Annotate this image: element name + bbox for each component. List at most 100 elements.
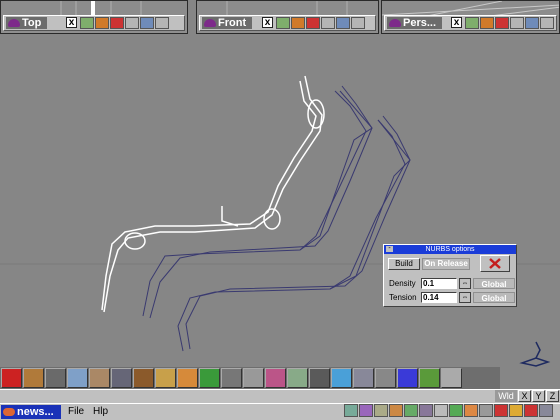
tray-tool-icon[interactable] [449,404,463,417]
tension-spinner[interactable]: ⇔ [459,292,471,303]
tray-tool-icon[interactable] [404,404,418,417]
pan-icon[interactable] [480,17,494,29]
light-cube-icon[interactable] [331,368,352,388]
density-spinner[interactable]: ⇔ [459,278,471,289]
nurbs-panel-title: NURBS options [425,246,475,253]
box-icon[interactable] [133,368,154,388]
close-button[interactable]: x [451,17,462,28]
pan-icon[interactable] [291,17,305,29]
close-button[interactable]: x [66,17,77,28]
wireframe-copy-2[interactable] [177,115,411,352]
cylinder-icon[interactable] [155,368,176,388]
tray-tool-icon[interactable] [509,404,523,417]
wire-icon[interactable] [321,17,335,29]
axis-icon[interactable] [155,17,169,29]
front-viewport-label[interactable]: Front [202,17,253,29]
close-button[interactable]: x [262,17,273,28]
grid-icon[interactable] [309,368,330,388]
density-global-button[interactable]: Global [473,278,515,289]
front-viewport-title: Front [218,17,247,29]
camera-icon[interactable] [336,17,350,29]
camera-icon[interactable] [140,17,154,29]
build-button[interactable]: Build [388,258,420,270]
sphere-icon[interactable] [177,368,198,388]
x-axis-button[interactable]: X [518,390,531,402]
delete-icon[interactable] [1,368,22,388]
tension-global-button[interactable]: Global [473,292,515,303]
tray-tool-icon[interactable] [374,404,388,417]
cube-icon[interactable] [23,368,44,388]
wireframe-copy-1[interactable] [142,85,373,319]
blue-grid-icon[interactable] [397,368,418,388]
render-icon[interactable] [110,17,124,29]
torus-icon[interactable] [221,368,242,388]
pan-icon[interactable] [95,17,109,29]
axis-icon[interactable] [351,17,365,29]
plane-icon[interactable] [111,368,132,388]
camera-icon[interactable] [525,17,539,29]
build-mode-select[interactable]: On Release [422,258,470,270]
axis-icon[interactable] [375,368,396,388]
tray-tool-icon[interactable] [494,404,508,417]
viewport-tools [465,17,554,29]
tray-tool-icon[interactable] [479,404,493,417]
axis-gizmo-icon [519,341,551,367]
green-sphere-icon[interactable] [199,368,220,388]
viewport-tools [80,17,169,29]
workspace-canvas[interactable] [0,36,560,367]
axis-icon[interactable] [540,17,554,29]
perspective-viewport[interactable]: Pers... x [381,0,560,34]
selected-wireframe-object[interactable] [101,75,325,313]
perspective-viewport-bar: Pers... x [384,15,557,31]
world-coordinate-toggle[interactable]: Wld [495,390,517,402]
cancel-x-button[interactable] [480,255,510,272]
rotate-icon[interactable] [80,17,94,29]
tray-tool-icon[interactable] [389,404,403,417]
spline-icon[interactable] [243,368,264,388]
top-viewport-bar: Top x [3,15,185,31]
eye-icon [204,19,216,27]
wire-icon[interactable] [510,17,524,29]
front-viewport[interactable]: Front x [196,0,379,34]
eye-icon [8,19,20,27]
material-icon[interactable] [287,368,308,388]
wire-icon[interactable] [125,17,139,29]
tray-tool-icon[interactable] [344,404,358,417]
camera-icon[interactable] [45,368,66,388]
help-menu[interactable]: Hlp [93,406,108,417]
pencil-icon[interactable] [89,368,110,388]
render-icon[interactable] [441,368,462,388]
rotate-icon[interactable] [276,17,290,29]
perspective-viewport-title: Pers... [403,17,437,29]
render-icon[interactable] [306,17,320,29]
app-logo-icon [3,408,15,416]
landscape-icon[interactable] [419,368,440,388]
app-start-button[interactable]: news... [1,405,61,419]
file-menu[interactable]: File [68,406,84,417]
tray-tool-icon[interactable] [464,404,478,417]
render-icon[interactable] [495,17,509,29]
tray-tool-icon[interactable] [539,404,553,417]
tray-tool-icon[interactable] [359,404,373,417]
minimize-button[interactable]: - [386,245,393,252]
perspective-viewport-label[interactable]: Pers... [387,17,443,29]
top-viewport[interactable]: Top x [0,0,188,34]
tray-tool-icon[interactable] [524,404,538,417]
tray-tool-icon[interactable] [419,404,433,417]
figure-icon[interactable] [353,368,374,388]
density-field[interactable]: 0.1 [421,278,457,289]
top-viewport-title: Top [22,17,42,29]
density-label: Density [389,279,416,288]
y-axis-button[interactable]: Y [532,390,545,402]
front-viewport-bar: Front x [199,15,376,31]
close-x-icon [489,258,501,269]
z-axis-button[interactable]: Z [546,390,559,402]
rotate-icon[interactable] [465,17,479,29]
tray-icons [344,404,553,418]
bone-icon[interactable] [265,368,286,388]
top-viewport-label[interactable]: Top [6,17,48,29]
tray-tool-icon[interactable] [434,404,448,417]
pointer-icon[interactable] [67,368,88,388]
nurbs-panel-titlebar[interactable]: - NURBS options [384,245,516,254]
tension-field[interactable]: 0.14 [421,292,457,303]
